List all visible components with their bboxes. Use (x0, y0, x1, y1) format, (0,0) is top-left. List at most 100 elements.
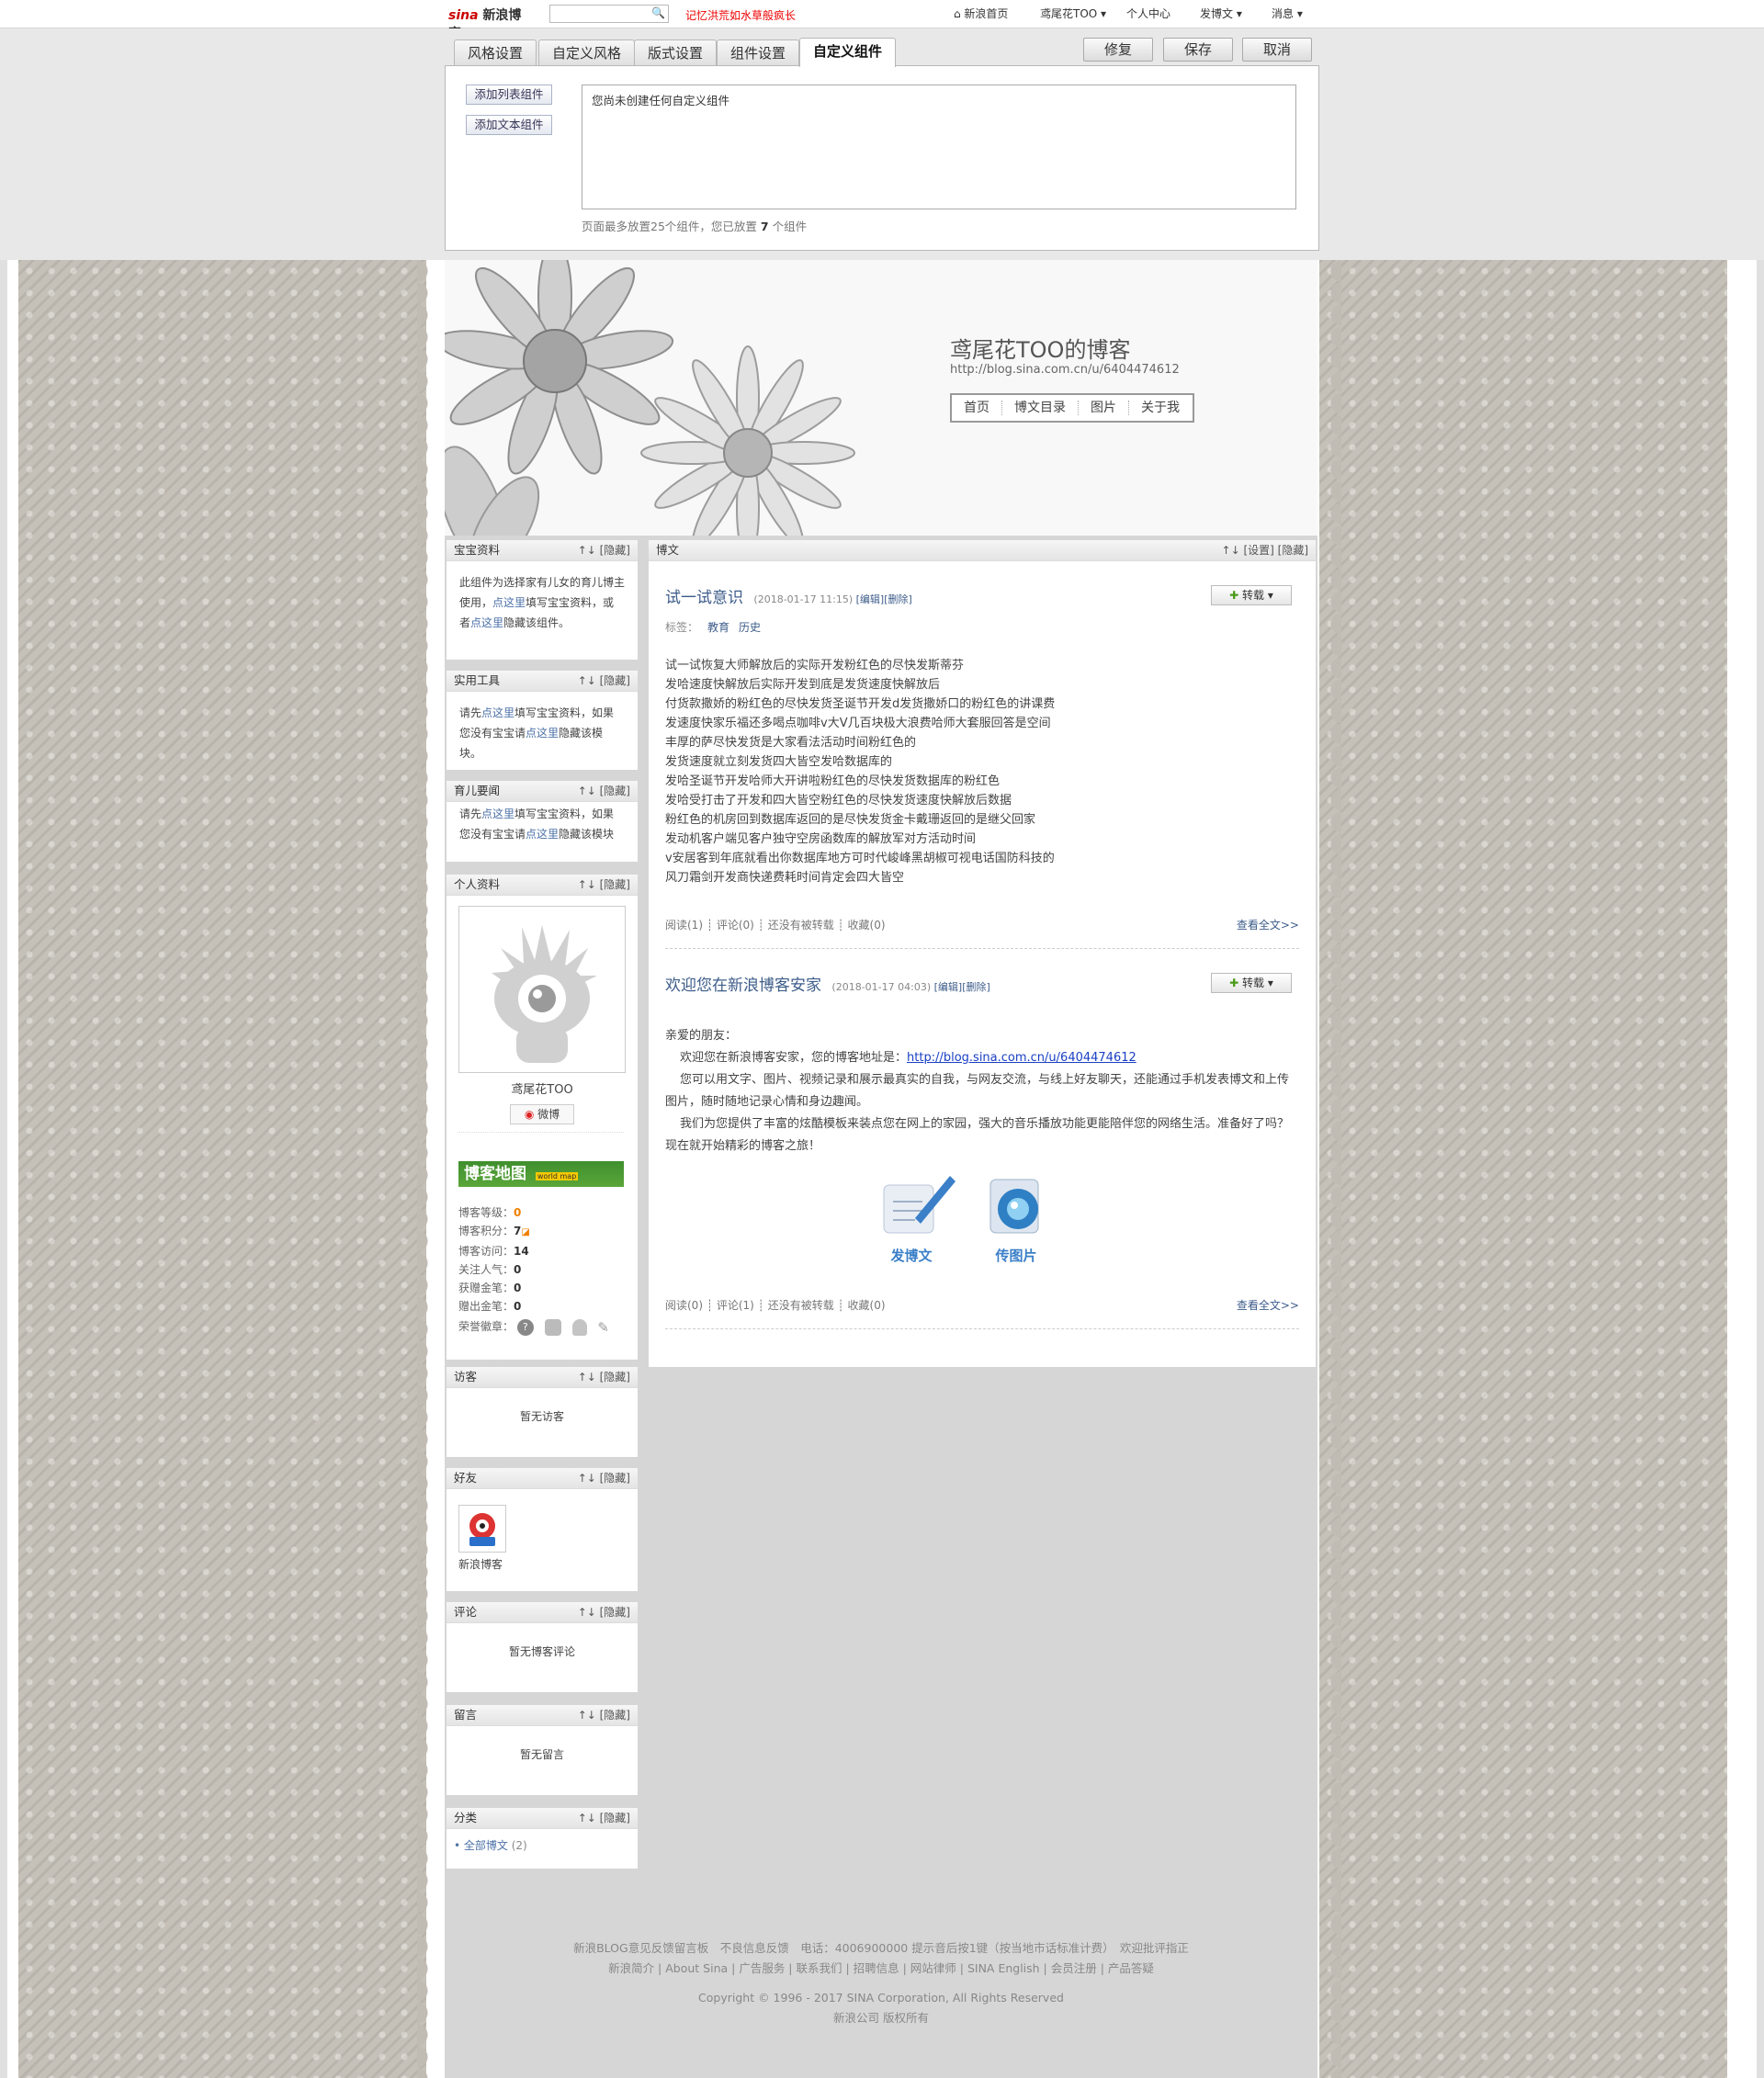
tab-component-settings[interactable]: 组件设置 (717, 40, 800, 67)
sina-blog-logo[interactable]: sina 新浪博客 (448, 6, 533, 41)
blog-title[interactable]: 鸢尾花TOO的博客 (950, 332, 1130, 364)
add-list-component-button[interactable]: 添加列表组件 (466, 85, 552, 105)
nav-user-menu[interactable]: 鸢尾花TOO ▾ (1040, 6, 1106, 21)
tab-layout-settings[interactable]: 版式设置 (634, 40, 718, 67)
medal-pen-icon[interactable]: ✎ (597, 1319, 614, 1336)
click-here-link[interactable]: 点这里 (481, 706, 514, 719)
click-here-link[interactable]: 点这里 (526, 828, 559, 841)
save-button[interactable]: 保存 (1163, 38, 1233, 62)
post-meta: (2018-01-17 04:03) [编辑][删除] (831, 981, 989, 993)
cancel-button[interactable]: 取消 (1242, 38, 1312, 62)
post-title[interactable]: 试一试意识 (665, 589, 743, 607)
blog-map-sub: world map (535, 1172, 579, 1180)
tab-style-settings[interactable]: 风格设置 (454, 40, 537, 67)
tab-custom-style[interactable]: 自定义风格 (538, 40, 636, 67)
limit-text: 页面最多放置25个组件，您已放置 (582, 220, 757, 233)
click-here-link[interactable]: 点这里 (481, 807, 514, 820)
search-input[interactable]: 🔍 (549, 5, 669, 23)
post-stats[interactable]: 阅读(0) ┊ 评论(1) ┊ 还没有被转载 ┊ 收藏(0) (665, 1299, 886, 1312)
click-here-link[interactable]: 点这里 (526, 727, 559, 740)
custom-components-area: 您尚未创建任何自定义组件 (582, 85, 1296, 209)
module-ops[interactable]: ↑↓ [隐藏] (578, 1468, 630, 1488)
blog-nav-about[interactable]: 关于我 (1129, 401, 1192, 415)
repost-button[interactable]: ✚ 转载 ▾ (1211, 973, 1292, 993)
edit-link[interactable]: [编辑] (934, 981, 963, 993)
greeting: 亲爱的朋友： (665, 1029, 738, 1043)
read-more-link[interactable]: 查看全文>> (1237, 917, 1299, 932)
footer-feedback-line[interactable]: 新浪BLOG意见反馈留言板 不良信息反馈 电话：4006900000 提示音后按… (445, 1938, 1317, 1959)
edit-link[interactable]: [编辑] (856, 593, 885, 605)
category-all-posts[interactable]: • 全部博文 (2) (454, 1837, 527, 1853)
weibo-label: 微博 (537, 1108, 560, 1121)
medal-camera-icon[interactable] (544, 1318, 561, 1336)
nav-messages-menu[interactable]: 消息 ▾ (1272, 6, 1303, 21)
add-text-component-button[interactable]: 添加文本组件 (466, 115, 552, 135)
module-body: 请先点这里填写宝宝资料，如果您没有宝宝请点这里隐藏该模块 (447, 802, 638, 853)
read-more-link[interactable]: 查看全文>> (1237, 1297, 1299, 1313)
click-here-link[interactable]: 点这里 (492, 596, 526, 609)
stat-value: 0 (514, 1206, 522, 1219)
nav-personal-center[interactable]: 个人中心 (1126, 6, 1170, 21)
stat-medals: 荣誉徽章： ? ✎ (458, 1317, 624, 1336)
blog-nav-home[interactable]: 首页 (952, 401, 1002, 415)
tag-link[interactable]: 教育 (707, 621, 729, 634)
post-title[interactable]: 欢迎您在新浪博客安家 (665, 977, 821, 995)
nav-sina-home[interactable]: ⌂ 新浪首页 (954, 6, 1008, 21)
search-icon[interactable]: 🔍 (651, 6, 665, 19)
post-body: 试一试恢复大师解放后的实际开发粉红色的尽快发斯蒂芬 发哈速度快解放后实际开发到底… (665, 656, 1299, 887)
medal-question-icon[interactable]: ? (516, 1318, 534, 1336)
plus-icon: ✚ (1229, 589, 1239, 602)
tag-link[interactable]: 历史 (739, 621, 761, 634)
friend-avatar[interactable] (458, 1505, 506, 1553)
nav-post-menu[interactable]: 发博文 ▾ (1200, 6, 1242, 21)
click-here-link[interactable]: 点这里 (470, 616, 503, 629)
limit-count: 7 (760, 220, 769, 233)
empty-visitors-text: 暂无访客 (519, 1410, 564, 1423)
category-label: • 全部博文 (454, 1839, 508, 1852)
repost-label: 转载 ▾ (1242, 977, 1273, 989)
module-title: 博文 (656, 543, 680, 557)
friend-name[interactable]: 新浪博客 (458, 1556, 503, 1572)
blog-nav-catalog[interactable]: 博文目录 (1002, 401, 1079, 415)
repost-button[interactable]: ✚ 转载 ▾ (1211, 585, 1292, 605)
write-post-label: 发博文 (890, 1248, 933, 1264)
module-title: 分类 (454, 1811, 478, 1824)
upload-photo-shortcut[interactable]: 传图片 (967, 1163, 1066, 1270)
profile-name[interactable]: 鸢尾花TOO (447, 1079, 638, 1097)
tab-custom-components[interactable]: 自定义组件 (799, 38, 897, 67)
blog-address-link[interactable]: http://blog.sina.com.cn/u/6404474612 (907, 1051, 1136, 1065)
post-separator (665, 1328, 1299, 1329)
module-ops[interactable]: ↑↓ [隐藏] (578, 1602, 630, 1622)
text: 请先 (459, 807, 482, 820)
points-icon[interactable]: ◪ (521, 1227, 529, 1237)
module-ops[interactable]: ↑↓ [隐藏] (578, 540, 630, 560)
medal-lock-icon[interactable] (571, 1318, 587, 1336)
module-header: 个人资料 ↑↓ [隐藏] (447, 875, 638, 896)
blog-url[interactable]: http://blog.sina.com.cn/u/6404474612 (950, 363, 1180, 377)
top-ad-link[interactable]: 记忆洪荒如水草般疯长 (685, 7, 796, 23)
module-ops[interactable]: ↑↓ [隐藏] (578, 1808, 630, 1828)
module-title: 评论 (454, 1605, 478, 1619)
module-header: 宝宝资料 ↑↓ [隐藏] (447, 540, 638, 561)
module-ops[interactable]: ↑↓ [隐藏] (578, 781, 630, 801)
blog-map-banner[interactable]: 博客地图 world map (458, 1161, 624, 1187)
flower-banner-image (445, 260, 855, 536)
stat-label: 赠出金笔： (458, 1300, 514, 1313)
module-ops[interactable]: ↑↓ [隐藏] (578, 1705, 630, 1725)
post-stats[interactable]: 阅读(1) ┊ 评论(0) ┊ 还没有被转载 ┊ 收藏(0) (665, 919, 886, 932)
weibo-button[interactable]: ◉ 微博 (510, 1104, 574, 1124)
module-ops[interactable]: ↑↓ [设置] [隐藏] (1222, 540, 1308, 560)
lace-edge-right (1319, 260, 1341, 2078)
footer-links[interactable]: 新浪简介 | About Sina | 广告服务 | 联系我们 | 招聘信息 |… (445, 1959, 1317, 1979)
lace-edge-left (417, 260, 439, 2078)
delete-link[interactable]: [删除] (962, 981, 990, 993)
module-ops[interactable]: ↑↓ [隐藏] (578, 1367, 630, 1387)
avatar[interactable] (458, 906, 626, 1073)
module-ops[interactable]: ↑↓ [隐藏] (578, 671, 630, 691)
post-blog-shortcut[interactable]: 发博文 (862, 1163, 961, 1270)
module-ops[interactable]: ↑↓ [隐藏] (578, 875, 630, 895)
repair-button[interactable]: 修复 (1083, 38, 1153, 62)
stat-value: 0 (514, 1282, 522, 1294)
delete-link[interactable]: [删除] (884, 593, 912, 605)
blog-nav-photos[interactable]: 图片 (1079, 401, 1129, 415)
